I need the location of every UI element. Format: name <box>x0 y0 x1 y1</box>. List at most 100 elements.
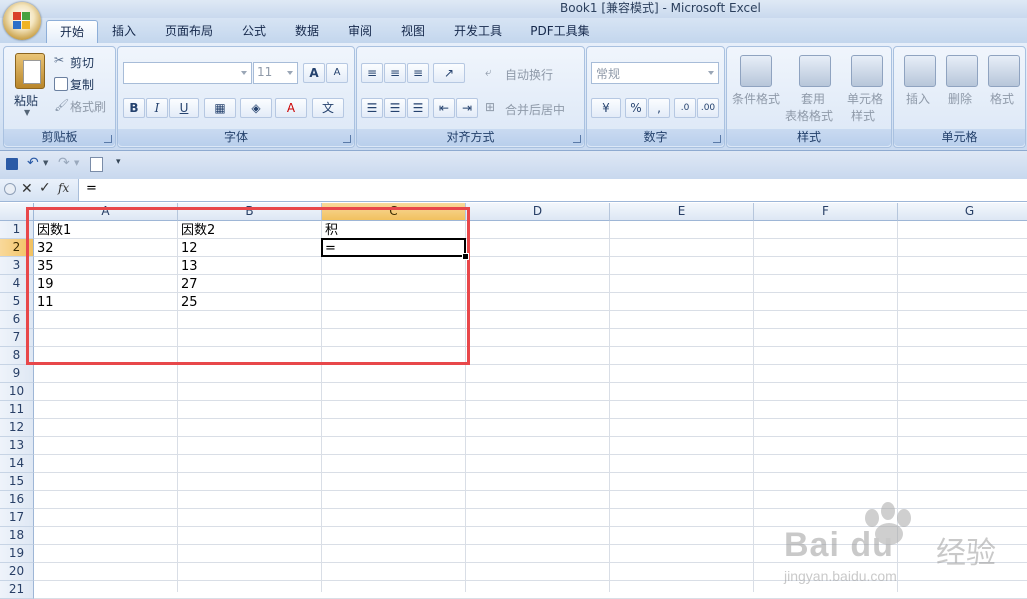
column-header-g[interactable]: G <box>898 203 1027 221</box>
number-format-combo[interactable]: 常规 <box>591 62 719 84</box>
cell-styles-line2[interactable]: 样式 <box>851 107 875 124</box>
row-header-16[interactable]: 16 <box>0 491 34 509</box>
italic-button[interactable]: I <box>146 98 168 118</box>
paste-icon[interactable] <box>15 53 45 89</box>
tab-pdf-tools[interactable]: PDF工具集 <box>522 20 598 43</box>
currency-icon[interactable]: ¥ <box>591 98 621 118</box>
name-box-collapse-icon[interactable] <box>4 183 16 195</box>
row-header-18[interactable]: 18 <box>0 527 34 545</box>
insert-function-icon[interactable]: fx <box>58 181 69 195</box>
align-left-icon[interactable]: ☰ <box>361 98 383 118</box>
comma-button[interactable]: , <box>648 98 670 118</box>
copy-button[interactable]: 复制 <box>70 76 94 93</box>
row-header-10[interactable]: 10 <box>0 383 34 401</box>
shrink-font-button[interactable]: A <box>326 63 348 83</box>
watermark-cn: 经验 <box>936 536 996 571</box>
row-header-14[interactable]: 14 <box>0 455 34 473</box>
align-bottom-icon[interactable]: ≡ <box>407 63 429 83</box>
fill-color-icon[interactable]: ◈ <box>240 98 272 118</box>
format-as-table-icon[interactable] <box>799 55 831 87</box>
percent-button[interactable]: % <box>625 98 647 118</box>
enter-checkmark-icon[interactable]: ✓ <box>39 180 51 196</box>
conditional-format-button[interactable]: 条件格式 <box>732 90 780 107</box>
format-cells-button[interactable]: 格式 <box>990 90 1014 107</box>
cell-styles-line1[interactable]: 单元格 <box>847 90 883 107</box>
font-size-combo[interactable]: 11 <box>253 62 298 84</box>
number-launcher-icon[interactable] <box>713 135 721 143</box>
column-header-d[interactable]: D <box>466 203 610 221</box>
title-bar: Book1 [兼容模式] - Microsoft Excel <box>0 0 1027 18</box>
row-header-9[interactable]: 9 <box>0 365 34 383</box>
office-button[interactable] <box>3 2 41 40</box>
conditional-format-icon[interactable] <box>740 55 772 87</box>
format-as-table-line1[interactable]: 套用 <box>801 90 825 107</box>
decrease-indent-icon[interactable]: ⇤ <box>433 98 455 118</box>
undo-icon[interactable]: ↶ <box>27 155 39 171</box>
format-as-table-line2[interactable]: 表格格式 <box>785 107 833 124</box>
grow-font-button[interactable]: A <box>303 63 325 83</box>
phonetic-icon[interactable]: 文 <box>312 98 344 118</box>
row-header-12[interactable]: 12 <box>0 419 34 437</box>
column-header-e[interactable]: E <box>610 203 754 221</box>
cancel-entry-icon[interactable]: ✕ <box>21 181 33 197</box>
cut-button[interactable]: 剪切 <box>70 54 94 71</box>
row-header-13[interactable]: 13 <box>0 437 34 455</box>
tab-home[interactable]: 开始 <box>46 20 98 44</box>
increase-decimal-icon[interactable]: .0 <box>674 98 696 118</box>
undo-dropdown-icon[interactable]: ▼ <box>43 159 48 167</box>
row-header-11[interactable]: 11 <box>0 401 34 419</box>
font-name-combo[interactable] <box>123 62 252 84</box>
delete-cells-icon[interactable] <box>946 55 978 87</box>
decrease-decimal-icon[interactable]: .00 <box>697 98 719 118</box>
clipboard-launcher-icon[interactable] <box>104 135 112 143</box>
scissors-icon: ✂ <box>54 53 65 67</box>
column-header-f[interactable]: F <box>754 203 898 221</box>
align-center-icon[interactable]: ☰ <box>384 98 406 118</box>
tab-view[interactable]: 视图 <box>391 20 435 43</box>
align-top-icon[interactable]: ≡ <box>361 63 383 83</box>
borders-icon[interactable]: ▦ <box>204 98 236 118</box>
tab-insert[interactable]: 插入 <box>101 20 147 43</box>
delete-cells-button[interactable]: 删除 <box>948 90 972 107</box>
office-logo-icon <box>13 12 31 30</box>
formula-input[interactable]: = <box>86 181 986 199</box>
insert-cells-icon[interactable] <box>904 55 936 87</box>
font-color-icon[interactable]: A <box>275 98 307 118</box>
wrap-text-button[interactable]: 自动换行 <box>505 66 553 83</box>
row-header-21[interactable]: 21 <box>0 581 34 599</box>
underline-button[interactable]: U <box>169 98 199 118</box>
align-right-icon[interactable]: ☰ <box>407 98 429 118</box>
row-header-17[interactable]: 17 <box>0 509 34 527</box>
paste-dropdown-icon[interactable]: ▼ <box>24 108 30 117</box>
tab-review[interactable]: 审阅 <box>338 20 382 43</box>
increase-indent-icon[interactable]: ⇥ <box>456 98 478 118</box>
tab-formulas[interactable]: 公式 <box>232 20 276 43</box>
tab-page-layout[interactable]: 页面布局 <box>157 20 221 43</box>
row-header-19[interactable]: 19 <box>0 545 34 563</box>
alignment-launcher-icon[interactable] <box>573 135 581 143</box>
merge-center-button[interactable]: 合并后居中 <box>505 101 565 118</box>
format-painter-button[interactable]: 格式刷 <box>70 98 106 115</box>
insert-cells-button[interactable]: 插入 <box>906 90 930 107</box>
fill-handle[interactable] <box>462 253 469 260</box>
customize-qat-icon[interactable]: ▾ <box>116 157 121 167</box>
clipboard-group: 粘贴 ▼ ✂ 剪切 复制 🖌 格式刷 剪贴板 <box>3 46 116 148</box>
save-icon[interactable] <box>6 158 18 170</box>
tab-developer[interactable]: 开发工具 <box>444 20 512 43</box>
cell-styles-icon[interactable] <box>851 55 883 87</box>
font-launcher-icon[interactable] <box>343 135 351 143</box>
watermark-brand: Bai du <box>784 526 894 564</box>
print-preview-icon[interactable] <box>90 157 103 172</box>
active-cell-c2[interactable] <box>321 238 466 257</box>
redo-dropdown-icon[interactable]: ▼ <box>74 159 79 167</box>
orientation-icon[interactable]: ↗ <box>433 63 465 83</box>
bold-button[interactable]: B <box>123 98 145 118</box>
row-header-20[interactable]: 20 <box>0 563 34 581</box>
tab-data[interactable]: 数据 <box>285 20 329 43</box>
row-header-15[interactable]: 15 <box>0 473 34 491</box>
format-cells-icon[interactable] <box>988 55 1020 87</box>
redo-icon[interactable]: ↷ <box>58 155 70 171</box>
ribbon-tabs: 开始 插入 页面布局 公式 数据 审阅 视图 开发工具 PDF工具集 <box>0 18 1027 44</box>
align-middle-icon[interactable]: ≡ <box>384 63 406 83</box>
paste-button[interactable]: 粘贴 <box>14 92 38 109</box>
